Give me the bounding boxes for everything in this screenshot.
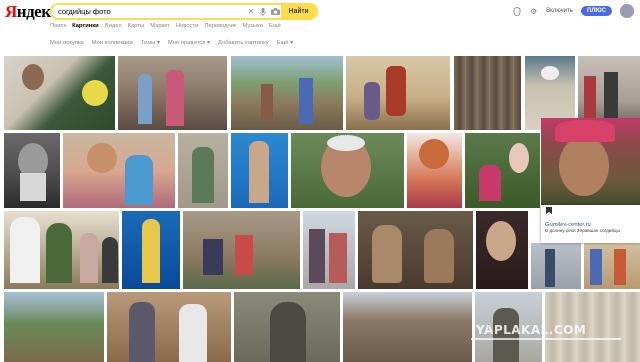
source-description: В долину реки Зеравшан согдийцы bbox=[545, 228, 620, 233]
image-result[interactable] bbox=[343, 292, 472, 362]
image-result[interactable] bbox=[63, 133, 175, 208]
image-result[interactable] bbox=[584, 243, 640, 289]
image-result[interactable] bbox=[4, 133, 60, 208]
watermark-underline bbox=[471, 338, 621, 340]
image-result[interactable] bbox=[358, 211, 473, 289]
image-result[interactable] bbox=[303, 211, 355, 289]
image-result[interactable] bbox=[4, 292, 104, 362]
image-result[interactable] bbox=[346, 56, 450, 130]
image-source-popup[interactable]: Gumilev-center.ru В долину реки Зеравшан… bbox=[541, 205, 640, 243]
image-result[interactable] bbox=[107, 292, 231, 362]
image-result[interactable] bbox=[407, 133, 462, 208]
image-result[interactable] bbox=[4, 56, 115, 130]
image-result[interactable] bbox=[118, 56, 227, 130]
bookmark-icon[interactable] bbox=[546, 207, 552, 214]
image-result[interactable] bbox=[122, 211, 180, 289]
image-result[interactable] bbox=[234, 292, 340, 362]
image-result[interactable] bbox=[178, 133, 228, 208]
image-result[interactable] bbox=[231, 133, 288, 208]
page: Яндекс согдийцы фото ✕ Найти ⚙ Включить … bbox=[0, 0, 640, 362]
image-result[interactable] bbox=[465, 133, 540, 208]
image-result[interactable] bbox=[4, 211, 119, 289]
image-result-selected[interactable] bbox=[541, 118, 640, 209]
image-result[interactable] bbox=[231, 56, 343, 130]
watermark: YAPLAKAL.COM bbox=[476, 323, 587, 337]
image-result[interactable] bbox=[531, 243, 581, 289]
image-result[interactable] bbox=[291, 133, 404, 208]
image-result[interactable] bbox=[454, 56, 521, 130]
image-result[interactable] bbox=[183, 211, 300, 289]
image-grid bbox=[0, 0, 640, 362]
image-result[interactable] bbox=[476, 211, 528, 289]
